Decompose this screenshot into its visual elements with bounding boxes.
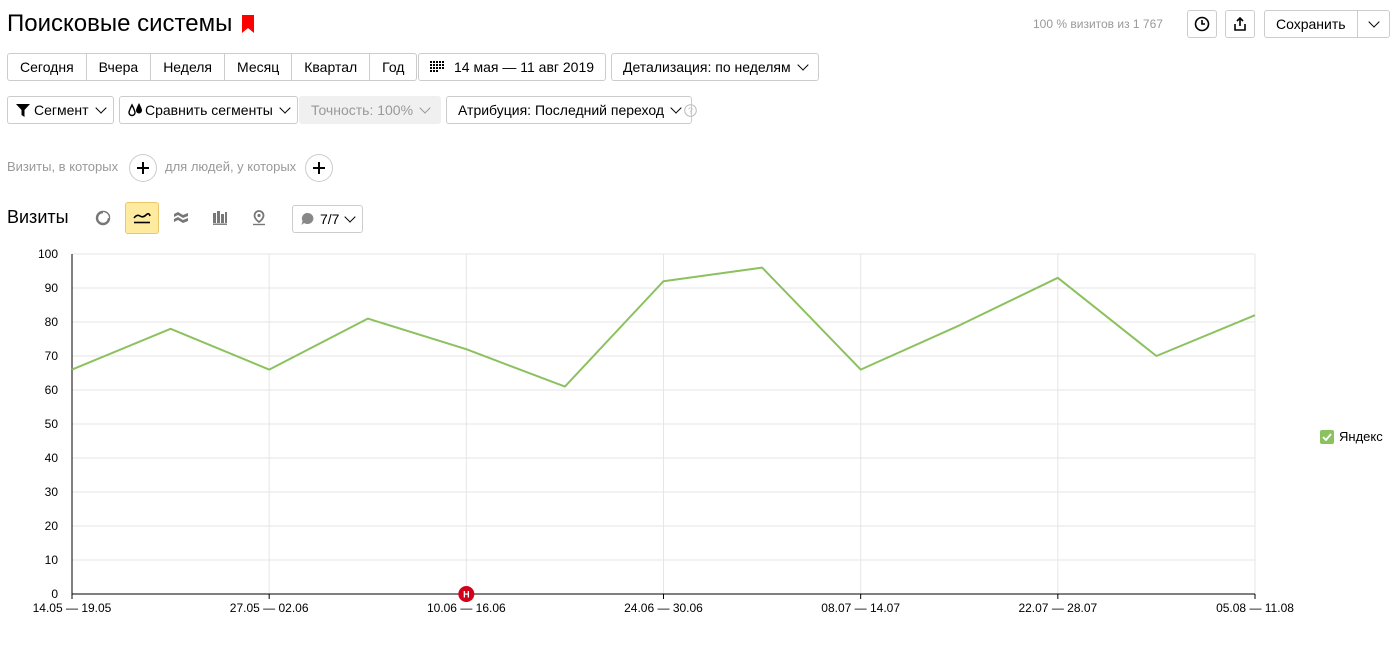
data-point — [69, 367, 75, 373]
data-point — [1252, 312, 1258, 318]
y-tick-label: 10 — [45, 553, 59, 567]
y-tick-label: 60 — [45, 383, 59, 397]
chart-y-ticks: 0 10 20 30 40 50 60 70 80 90 100 — [38, 247, 58, 601]
y-tick-label: 90 — [45, 281, 59, 295]
legend-item-yandex[interactable]: Яндекс — [1320, 429, 1383, 445]
x-tick-label: 27.05 — 02.06 — [230, 601, 309, 615]
data-point — [266, 367, 272, 373]
y-tick-label: 80 — [45, 315, 59, 329]
y-tick-label: 70 — [45, 349, 59, 363]
x-tick-label: 10.06 — 16.06 — [427, 601, 506, 615]
data-point — [1055, 275, 1061, 281]
x-tick-label: 14.05 — 19.05 — [33, 601, 112, 615]
data-point — [858, 367, 864, 373]
data-point — [759, 265, 765, 271]
y-tick-label: 20 — [45, 519, 59, 533]
data-point — [661, 278, 667, 284]
x-tick-label: 08.07 — 14.07 — [821, 601, 900, 615]
legend-label: Яндекс — [1339, 429, 1383, 444]
annotation-marker-label: Н — [463, 590, 470, 600]
data-point — [168, 326, 174, 332]
check-icon — [1322, 433, 1332, 441]
annotation-marker[interactable]: Н — [458, 586, 475, 602]
x-tick-label: 22.07 — 28.07 — [1018, 601, 1097, 615]
chart-x-ticks: 14.05 — 19.05 27.05 — 02.06 10.06 — 16.06 2… — [33, 594, 1294, 615]
y-tick-label: 40 — [45, 451, 59, 465]
data-point — [956, 322, 962, 328]
chart-annotation: Н — [458, 586, 475, 602]
legend-checkbox[interactable] — [1320, 430, 1334, 444]
y-tick-label: 0 — [51, 587, 58, 601]
x-tick-label: 05.08 — 11.08 — [1216, 601, 1294, 615]
chart-grid — [71, 253, 1256, 595]
x-tick-label: 24.06 — 30.06 — [624, 601, 703, 615]
y-tick-label: 100 — [38, 247, 58, 261]
data-point — [463, 346, 469, 352]
y-tick-label: 30 — [45, 485, 59, 499]
data-point — [562, 384, 568, 390]
visits-line-chart: 0 10 20 30 40 50 60 70 80 90 100 14.05 — 19.05 27.0… — [33, 247, 1295, 615]
data-point — [365, 316, 371, 322]
y-tick-label: 50 — [45, 417, 59, 431]
data-point — [1153, 353, 1159, 359]
